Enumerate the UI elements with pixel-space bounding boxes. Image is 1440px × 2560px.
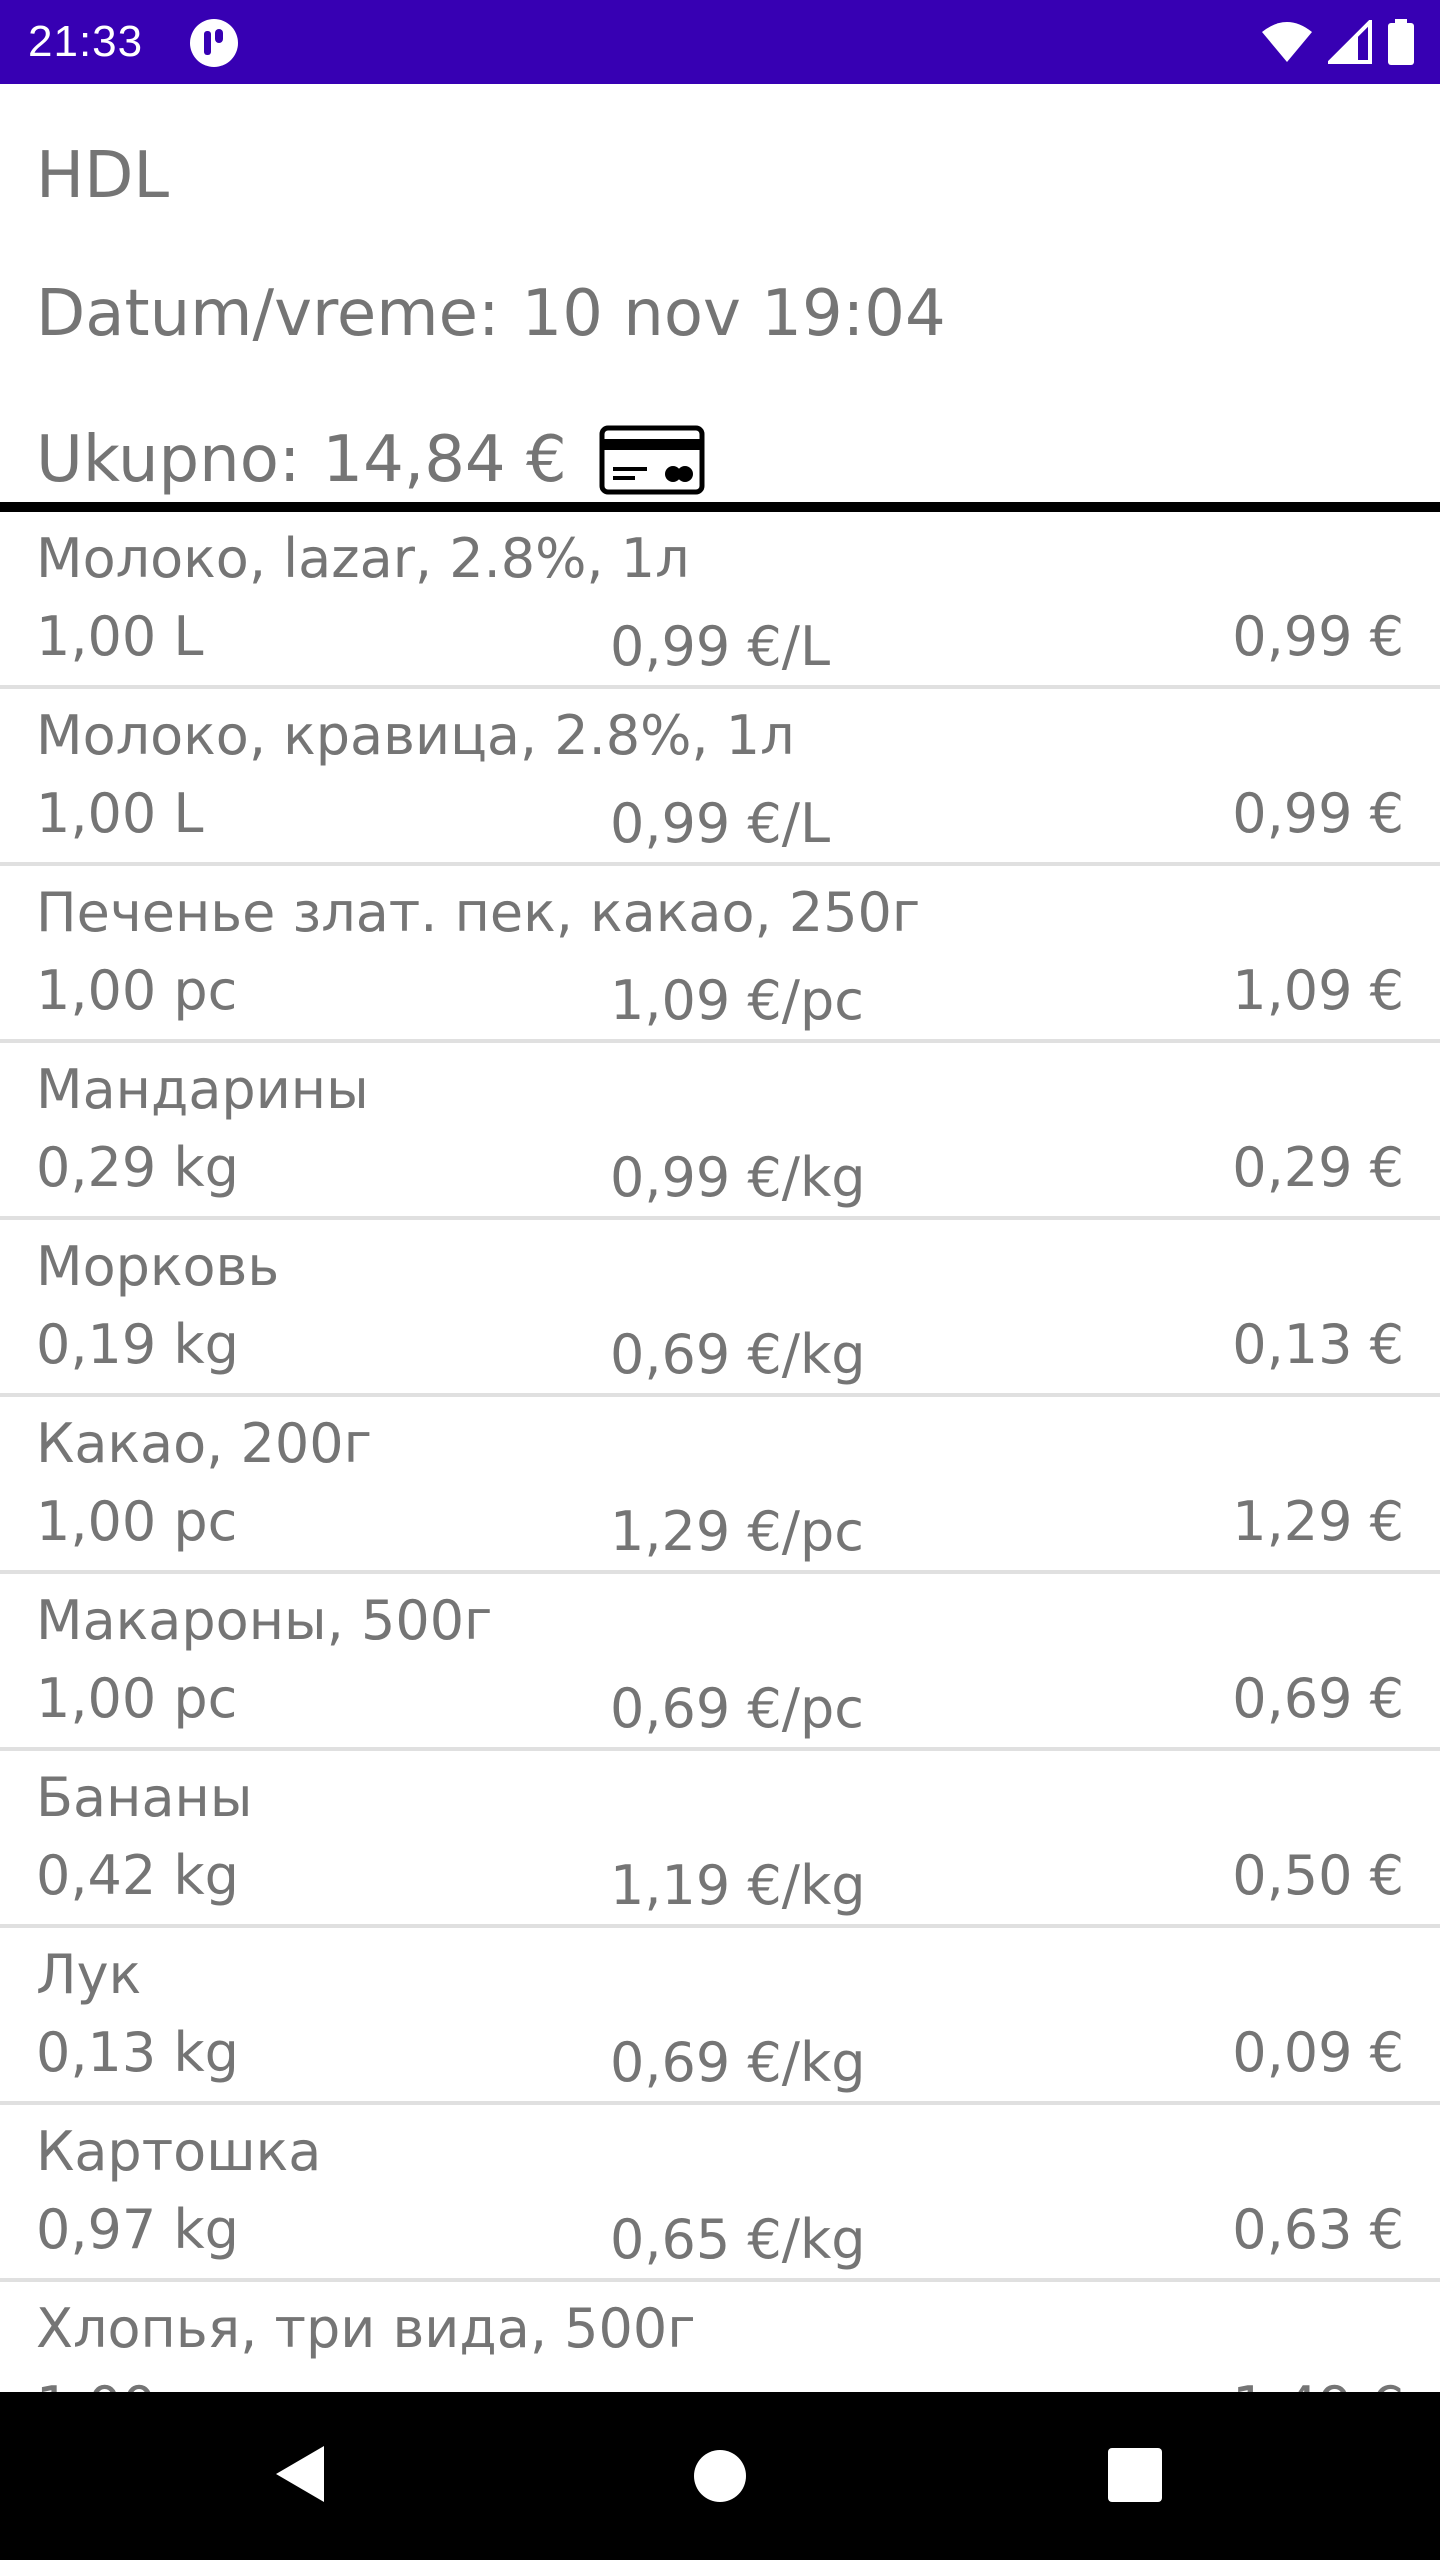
item-name: Какао, 200г xyxy=(36,1412,372,1475)
item-total: 1,49 € xyxy=(1232,2374,1404,2392)
item-quantity: 0,29 kg xyxy=(36,1136,239,1199)
item-quantity: 0,19 kg xyxy=(36,1313,239,1376)
item-name: Картошка xyxy=(36,2120,322,2183)
receipt-item-row[interactable]: Мандарины 0,29 kg 0,99 €/kg 0,29 € xyxy=(0,1043,1440,1220)
item-total: 0,63 € xyxy=(1232,2198,1404,2261)
datetime-value: 10 nov 19:04 xyxy=(521,277,946,351)
item-total: 0,50 € xyxy=(1232,1844,1404,1907)
battery-icon xyxy=(1388,19,1414,65)
wifi-icon xyxy=(1262,22,1312,62)
total-label: Ukupno: xyxy=(36,423,301,497)
receipt-item-row[interactable]: Молоко, кравица, 2.8%, 1л 1,00 L 0,99 €/L 0… xyxy=(0,689,1440,866)
item-quantity: 1,00 pc xyxy=(36,1667,238,1730)
item-total: 1,09 € xyxy=(1232,959,1404,1022)
receipt-screen: 21:33 HDL Datum/vreme: 10 nov 19:04 Ukup… xyxy=(0,0,1440,2560)
receipt-header: HDL Datum/vreme: 10 nov 19:04 Ukupno: 14… xyxy=(0,84,1440,510)
item-unit-price: 0,69 €/pc xyxy=(610,1677,864,1740)
item-total: 1,29 € xyxy=(1232,1490,1404,1553)
item-total: 0,99 € xyxy=(1232,782,1404,845)
item-total: 0,09 € xyxy=(1232,2021,1404,2084)
receipt-item-list[interactable]: Молоко, lazar, 2.8%, 1л 1,00 L 0,99 €/L 0,9… xyxy=(0,512,1440,2392)
receipt-total: Ukupno: 14,84 € xyxy=(36,420,705,500)
item-name: Макароны, 500г xyxy=(36,1589,493,1652)
item-quantity: 1,00 pc xyxy=(36,959,238,1022)
item-quantity: 1,00 pc xyxy=(36,1490,238,1553)
item-name: Мандарины xyxy=(36,1058,369,1121)
item-quantity: 0,42 kg xyxy=(36,1844,239,1907)
item-total: 0,13 € xyxy=(1232,1313,1404,1376)
item-quantity: 1,00 L xyxy=(36,605,204,668)
item-unit-price: 0,65 €/kg xyxy=(610,2208,866,2271)
receipt-item-row[interactable]: Хлопья, три вида, 500г 1,00 1,49 € xyxy=(0,2282,1440,2392)
item-unit-price: 0,99 €/L xyxy=(610,615,831,678)
pocket-app-icon xyxy=(190,19,238,67)
merchant-name: HDL xyxy=(36,139,170,213)
navigation-bar xyxy=(0,2392,1440,2560)
item-quantity: 1,00 xyxy=(36,2374,156,2392)
item-total: 0,29 € xyxy=(1232,1136,1404,1199)
receipt-item-row[interactable]: Бананы 0,42 kg 1,19 €/kg 0,50 € xyxy=(0,1751,1440,1928)
item-quantity: 0,13 kg xyxy=(36,2021,239,2084)
header-divider xyxy=(0,502,1440,512)
receipt-item-row[interactable]: Лук 0,13 kg 0,69 €/kg 0,09 € xyxy=(0,1928,1440,2105)
item-name: Печенье злат. пек, какао, 250г xyxy=(36,881,921,944)
item-unit-price: 0,99 €/kg xyxy=(610,1146,866,1209)
receipt-datetime: Datum/vreme: 10 nov 19:04 xyxy=(36,274,946,354)
receipt-item-row[interactable]: Макароны, 500г 1,00 pc 0,69 €/pc 0,69 € xyxy=(0,1574,1440,1751)
receipt-item-row[interactable]: Молоко, lazar, 2.8%, 1л 1,00 L 0,99 €/L 0,9… xyxy=(0,512,1440,689)
recents-icon[interactable] xyxy=(1108,2448,1162,2502)
item-quantity: 0,97 kg xyxy=(36,2198,239,2261)
item-unit-price: 0,99 €/L xyxy=(610,792,831,855)
item-unit-price: 1,09 €/pc xyxy=(610,969,864,1032)
back-icon[interactable] xyxy=(270,2442,330,2506)
total-value: 14,84 € xyxy=(322,423,567,497)
item-name: Бананы xyxy=(36,1766,253,1829)
datetime-label: Datum/vreme: xyxy=(36,277,500,351)
item-unit-price: 1,29 €/pc xyxy=(610,1500,864,1563)
item-total: 0,99 € xyxy=(1232,605,1404,668)
receipt-item-row[interactable]: Морковь 0,19 kg 0,69 €/kg 0,13 € xyxy=(0,1220,1440,1397)
cell-signal-icon xyxy=(1328,20,1372,64)
item-total: 0,69 € xyxy=(1232,1667,1404,1730)
credit-card-icon xyxy=(599,425,705,495)
receipt-item-row[interactable]: Картошка 0,97 kg 0,65 €/kg 0,63 € xyxy=(0,2105,1440,2282)
item-name: Хлопья, три вида, 500г xyxy=(36,2297,696,2360)
item-unit-price: 0,69 €/kg xyxy=(610,1323,866,1386)
home-icon[interactable] xyxy=(694,2450,746,2502)
item-name: Лук xyxy=(36,1943,142,2006)
receipt-item-row[interactable]: Печенье злат. пек, какао, 250г 1,00 pc 1,0… xyxy=(0,866,1440,1043)
status-bar: 21:33 xyxy=(0,0,1440,84)
item-unit-price: 0,69 €/kg xyxy=(610,2031,866,2094)
status-time: 21:33 xyxy=(28,17,144,66)
item-name: Молоко, кравица, 2.8%, 1л xyxy=(36,704,795,767)
item-quantity: 1,00 L xyxy=(36,782,204,845)
receipt-item-row[interactable]: Какао, 200г 1,00 pc 1,29 €/pc 1,29 € xyxy=(0,1397,1440,1574)
item-unit-price: 1,19 €/kg xyxy=(610,1854,866,1917)
item-name: Морковь xyxy=(36,1235,280,1298)
item-name: Молоко, lazar, 2.8%, 1л xyxy=(36,527,690,590)
status-icons xyxy=(1260,18,1416,66)
